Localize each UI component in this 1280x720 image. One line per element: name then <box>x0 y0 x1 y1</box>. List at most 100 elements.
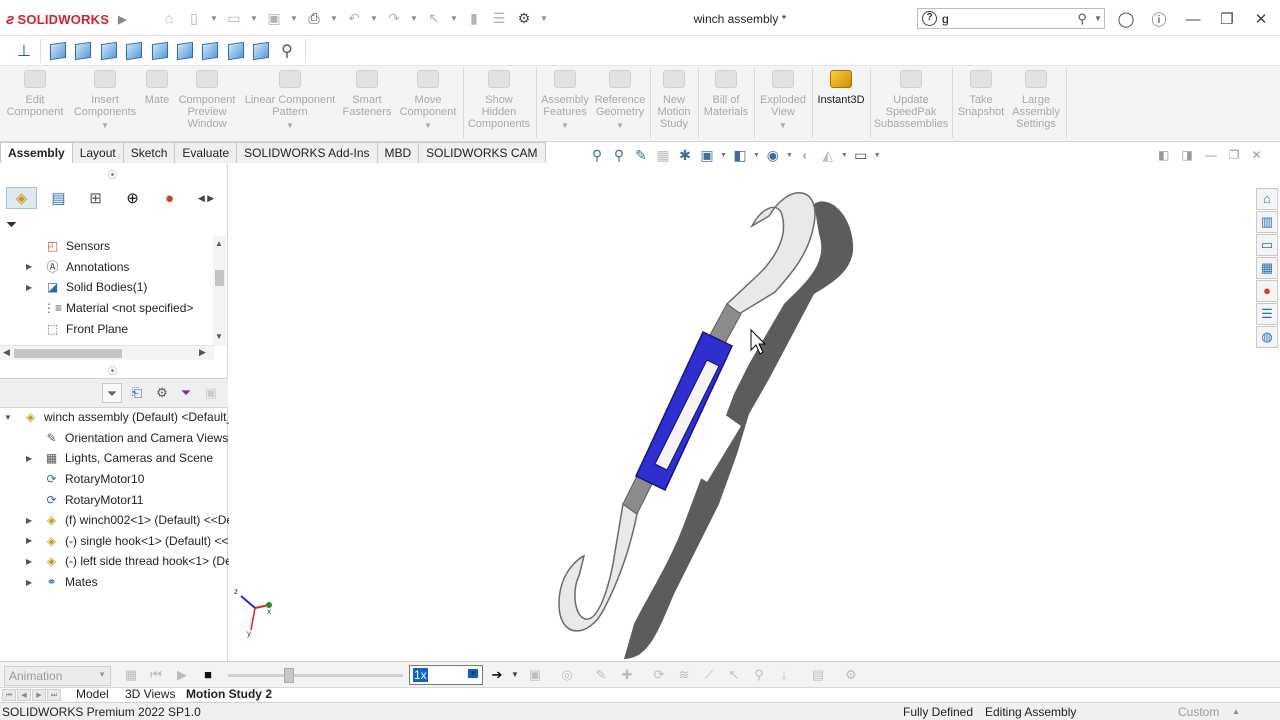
hide-show-dropdown-icon[interactable]: ▼ <box>786 152 793 159</box>
tree-filter-icon[interactable]: ⏷ <box>6 216 17 233</box>
assembly-features-button[interactable]: Assembly Features ▼ <box>539 70 591 132</box>
custom-properties-icon[interactable]: ☰ <box>1256 303 1278 325</box>
autokey-icon[interactable]: ✎ <box>593 667 609 683</box>
tree-item-left-side-hook[interactable]: ▶ ◈ (-) left side thread hook<1> (Def <box>0 551 235 572</box>
units-dropdown-icon[interactable]: ▲ <box>1232 707 1240 716</box>
left-view-icon[interactable] <box>99 41 119 61</box>
tab-assembly[interactable]: Assembly <box>0 142 73 163</box>
scroll-right-icon[interactable]: ▶ <box>199 347 206 358</box>
move-component-button[interactable]: Move Component ▼ <box>397 70 459 132</box>
view-orientation-icon[interactable]: ▣ <box>698 146 716 164</box>
trimetric-view-icon[interactable] <box>226 41 246 61</box>
tree-item-rotarymotor10[interactable]: ⟳ RotaryMotor10 <box>0 469 228 490</box>
mate-button[interactable]: Mate <box>142 70 172 106</box>
display-style-dropdown-icon[interactable]: ▼ <box>753 152 760 159</box>
feature-manager-tab-icon[interactable]: ◈ <box>6 187 37 209</box>
hide-show-items-icon[interactable]: ◉ <box>764 146 782 164</box>
save-animation-icon[interactable]: ▣ <box>527 667 543 683</box>
link-views-icon[interactable]: ⚲ <box>277 41 297 61</box>
dimxpert-tab-icon[interactable]: ⊕ <box>117 187 148 209</box>
isometric-view-icon[interactable] <box>200 41 220 61</box>
take-snapshot-button[interactable]: Take Snapshot <box>955 70 1007 118</box>
gravity-icon[interactable]: ↓ <box>776 667 792 683</box>
calculate-icon[interactable]: ▦ <box>123 667 139 683</box>
previous-view-icon[interactable]: ✎ <box>632 146 650 164</box>
tree-item-annotations[interactable]: ▶ Ⓐ Annotations <box>0 257 214 278</box>
tree-item-winch-assembly[interactable]: ▼ ◈ winch assembly (Default) <Default_D <box>0 407 242 428</box>
viewport-minimize-icon[interactable]: — <box>1205 148 1217 162</box>
view-orientation-dropdown-icon[interactable]: ▼ <box>720 152 727 159</box>
configuration-manager-tab-icon[interactable]: ⊞ <box>80 187 111 209</box>
spring-icon[interactable]: ≋ <box>676 667 692 683</box>
solidworks-forum-icon[interactable]: ◍ <box>1256 326 1278 348</box>
back-view-icon[interactable] <box>73 41 93 61</box>
appearances-icon[interactable]: ● <box>1256 280 1278 302</box>
slider-knob[interactable] <box>284 668 294 683</box>
apply-scene-dropdown-icon[interactable]: ▼ <box>841 152 848 159</box>
tree-item-sensors[interactable]: ◰ Sensors <box>0 236 214 257</box>
update-speedpak-button[interactable]: Update SpeedPak Subassemblies <box>873 70 949 130</box>
tab-addins[interactable]: SOLIDWORKS Add-Ins <box>236 142 378 163</box>
scroll-down-icon[interactable]: ▼ <box>215 332 223 341</box>
new-motion-study-button[interactable]: New Motion Study <box>653 70 695 130</box>
help-icon[interactable]: ⓘ <box>1148 9 1170 29</box>
bottom-view-icon[interactable] <box>175 41 195 61</box>
front-view-icon[interactable] <box>48 41 68 61</box>
results-plots-icon[interactable]: ▤ <box>810 667 826 683</box>
scroll-left-icon[interactable]: ◀ <box>3 347 10 358</box>
animation-wizard-icon[interactable]: ◎ <box>559 667 575 683</box>
view-palette-icon[interactable]: ▦ <box>1256 257 1278 279</box>
tree-item-orientation-camera[interactable]: ✎ Orientation and Camera Views <box>0 428 228 449</box>
panel-grip-icon[interactable]: ⦿ <box>108 168 117 181</box>
dynamic-annotation-icon[interactable]: ✱ <box>676 146 694 164</box>
playback-slider[interactable] <box>228 668 403 683</box>
filter-settings-icon[interactable]: ⚙ <box>152 383 172 403</box>
force-icon[interactable]: ↖ <box>726 667 742 683</box>
tab-layout[interactable]: Layout <box>71 142 124 163</box>
expand-arrow-icon[interactable]: ▶ <box>26 283 36 292</box>
tab-sketch[interactable]: Sketch <box>122 142 176 163</box>
tree-vertical-scrollbar[interactable]: ▲ ▼ <box>213 236 226 346</box>
exploded-view-button[interactable]: Exploded View ▼ <box>757 70 809 132</box>
zoom-to-area-icon[interactable]: ⚲ <box>610 146 628 164</box>
linear-component-pattern-button[interactable]: Linear Component Pattern ▼ <box>242 70 338 132</box>
close-icon[interactable]: ✕ <box>1250 9 1272 29</box>
damper-icon[interactable]: ⟋ <box>701 667 717 683</box>
filter-icon[interactable]: ⏷ <box>102 383 122 403</box>
search-box[interactable]: ? ⚲ ▼ <box>917 8 1105 29</box>
tab-motion-study-2[interactable]: Motion Study 2 <box>186 688 272 702</box>
section-view-icon[interactable]: ▦ <box>654 146 672 164</box>
edit-component-button[interactable]: Edit Component <box>4 70 66 118</box>
display-style-icon[interactable]: ◧ <box>731 146 749 164</box>
apply-scene-icon[interactable]: ◭ <box>819 146 837 164</box>
restore-icon[interactable]: ❐ <box>1216 9 1238 29</box>
filter-options-icon[interactable]: ⏷ <box>176 383 196 403</box>
tree-item-solid-bodies[interactable]: ▶ ◪ Solid Bodies(1) <box>0 277 214 298</box>
expand-arrow-icon[interactable]: ▶ <box>26 454 36 463</box>
expand-arrow-icon[interactable]: ▶ <box>26 262 36 271</box>
motion-study-properties-icon[interactable]: ⚙ <box>843 667 859 683</box>
play-from-start-icon[interactable]: ⏮ <box>148 667 164 683</box>
tree-item-single-hook[interactable]: ▶ ◈ (-) single hook<1> (Default) <<D <box>0 531 237 552</box>
show-hidden-components-button[interactable]: Show Hidden Components <box>466 70 532 130</box>
insert-components-button[interactable]: Insert Components ▼ <box>71 70 139 132</box>
search-dropdown-icon[interactable]: ▼ <box>1092 14 1104 23</box>
tree-item-winch002[interactable]: ▶ ◈ (f) winch002<1> (Default) <<De <box>0 510 233 531</box>
display-manager-tab-icon[interactable]: ● <box>154 187 185 209</box>
tab-mbd[interactable]: MBD <box>376 142 420 163</box>
tree-horizontal-scrollbar[interactable]: ◀ ▶ <box>0 345 214 360</box>
tree-item-front-plane[interactable]: ⬚ Front Plane <box>0 318 214 339</box>
tree-item-mates[interactable]: ▶ ⚭ Mates <box>0 572 228 593</box>
study-type-select[interactable]: Animation ▼ <box>4 666 111 686</box>
reference-geometry-button[interactable]: Reference Geometry ▼ <box>594 70 646 132</box>
show-components-icon[interactable]: ⎗ <box>127 383 147 403</box>
scroll-thumb[interactable] <box>14 349 122 358</box>
viewport-right-icon[interactable]: ◨ <box>1181 148 1192 162</box>
last-tab-icon[interactable]: ⏭ <box>47 689 61 701</box>
component-preview-window-button[interactable]: Component Preview Window <box>176 70 238 130</box>
tab-evaluate[interactable]: Evaluate <box>174 142 238 163</box>
zoom-to-fit-icon[interactable]: ⚲ <box>588 146 606 164</box>
panel-splitter-grip-icon[interactable]: ⦿ <box>108 364 117 377</box>
dimetric-view-icon[interactable] <box>251 41 271 61</box>
stop-icon[interactable]: ■ <box>200 667 216 683</box>
